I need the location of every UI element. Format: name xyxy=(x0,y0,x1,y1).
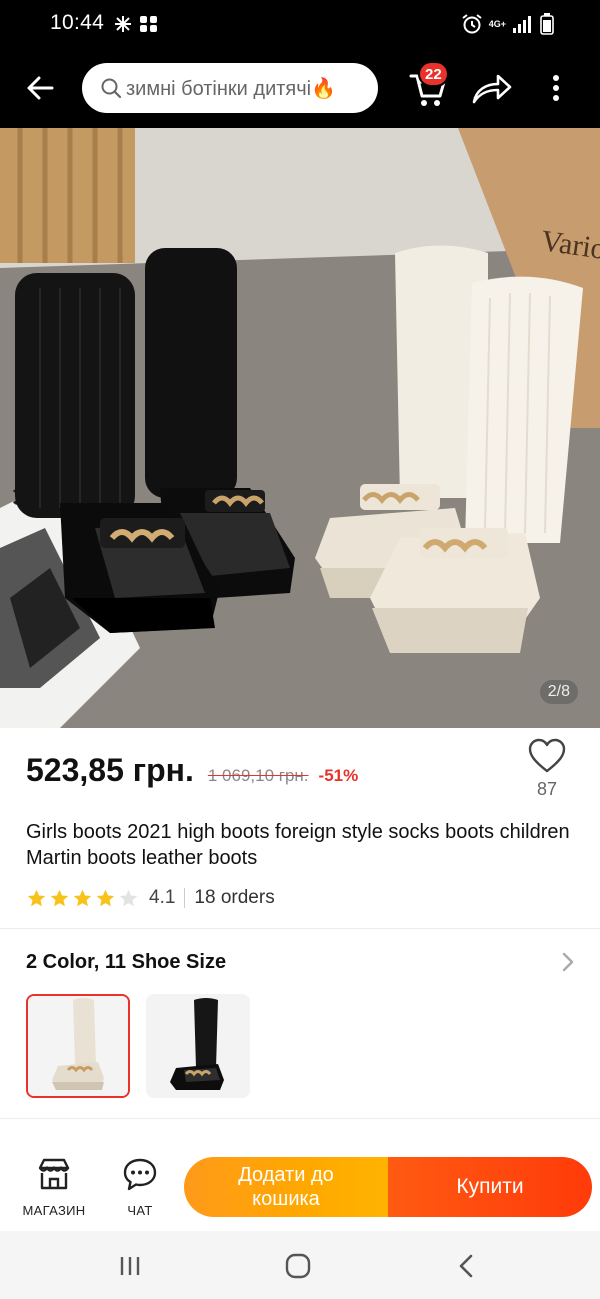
back-arrow-icon[interactable] xyxy=(22,70,58,106)
chevron-right-icon[interactable] xyxy=(560,950,576,974)
top-bar: 10:44 4G+ зимні ботінки дитячі🔥 22 xyxy=(0,0,600,128)
chat-icon xyxy=(123,1158,157,1191)
section-divider xyxy=(0,928,600,929)
star-icon xyxy=(73,889,92,906)
beige-boot-thumbnail xyxy=(28,996,128,1096)
star-icon xyxy=(96,889,115,906)
back-icon[interactable] xyxy=(452,1251,482,1281)
wishlist-count: 87 xyxy=(536,779,558,799)
variant-selector-title[interactable]: 2 Color, 11 Shoe Size xyxy=(26,951,226,974)
store-icon xyxy=(38,1158,70,1190)
original-price: 1 069,10 грн. xyxy=(207,766,309,785)
image-counter: 2/8 xyxy=(539,680,578,704)
system-navigation-bar xyxy=(0,1231,600,1299)
search-icon xyxy=(101,78,122,99)
buy-now-button[interactable]: Купити xyxy=(388,1157,592,1217)
star-icon xyxy=(50,889,69,906)
orders-count: 18 orders xyxy=(194,887,275,908)
discount-badge: -51% xyxy=(318,766,359,785)
section-divider xyxy=(0,1118,600,1119)
status-right: 4G+ xyxy=(461,12,554,36)
product-image-gallery[interactable]: Vario JIL xyxy=(0,128,600,728)
variant-thumb-black[interactable] xyxy=(146,994,250,1098)
black-boot-thumbnail xyxy=(146,994,250,1098)
rating-value: 4.1 xyxy=(149,887,176,908)
chat-button[interactable]: ЧАТ xyxy=(100,1156,180,1218)
status-time: 10:44 xyxy=(50,11,105,34)
battery-icon xyxy=(540,13,554,35)
current-price: 523,85 грн. xyxy=(26,752,194,788)
star-icon xyxy=(27,889,46,906)
nav-bar: зимні ботінки дитячі🔥 22 xyxy=(0,58,600,118)
store-button[interactable]: МАГАЗИН xyxy=(14,1156,94,1218)
search-bar[interactable]: зимні ботінки дитячі🔥 xyxy=(82,63,378,113)
rating-row[interactable]: 4.1 18 orders xyxy=(26,885,275,911)
recent-apps-icon[interactable] xyxy=(115,1251,145,1281)
product-photo: Vario JIL xyxy=(0,128,600,728)
home-icon[interactable] xyxy=(283,1251,313,1281)
status-bar: 10:44 4G+ xyxy=(0,0,600,48)
variant-thumb-beige[interactable] xyxy=(26,994,130,1098)
more-options-icon[interactable] xyxy=(544,70,568,106)
heart-icon[interactable] xyxy=(528,738,566,774)
add-to-cart-button[interactable]: Додати до кошика xyxy=(184,1157,388,1217)
alarm-icon xyxy=(462,14,482,34)
bottom-action-bar: МАГАЗИН ЧАТ Додати до кошика Купити xyxy=(0,1140,600,1230)
price-row: 523,85 грн. 1 069,10 грн. -51% xyxy=(26,752,358,789)
cart-count-badge: 22 xyxy=(418,61,449,87)
star-icon xyxy=(119,889,138,906)
notification-icons xyxy=(115,16,157,32)
store-label: МАГАЗИН xyxy=(22,1203,86,1218)
chat-label: ЧАТ xyxy=(127,1203,153,1218)
network-type: 4G+ xyxy=(488,18,506,29)
search-query: зимні ботінки дитячі🔥 xyxy=(126,77,336,100)
rating-stars xyxy=(26,888,139,909)
product-title: Girls boots 2021 high boots foreign styl… xyxy=(26,821,570,869)
share-icon[interactable] xyxy=(470,70,514,106)
rating-separator xyxy=(184,888,186,908)
signal-icon xyxy=(513,16,531,33)
